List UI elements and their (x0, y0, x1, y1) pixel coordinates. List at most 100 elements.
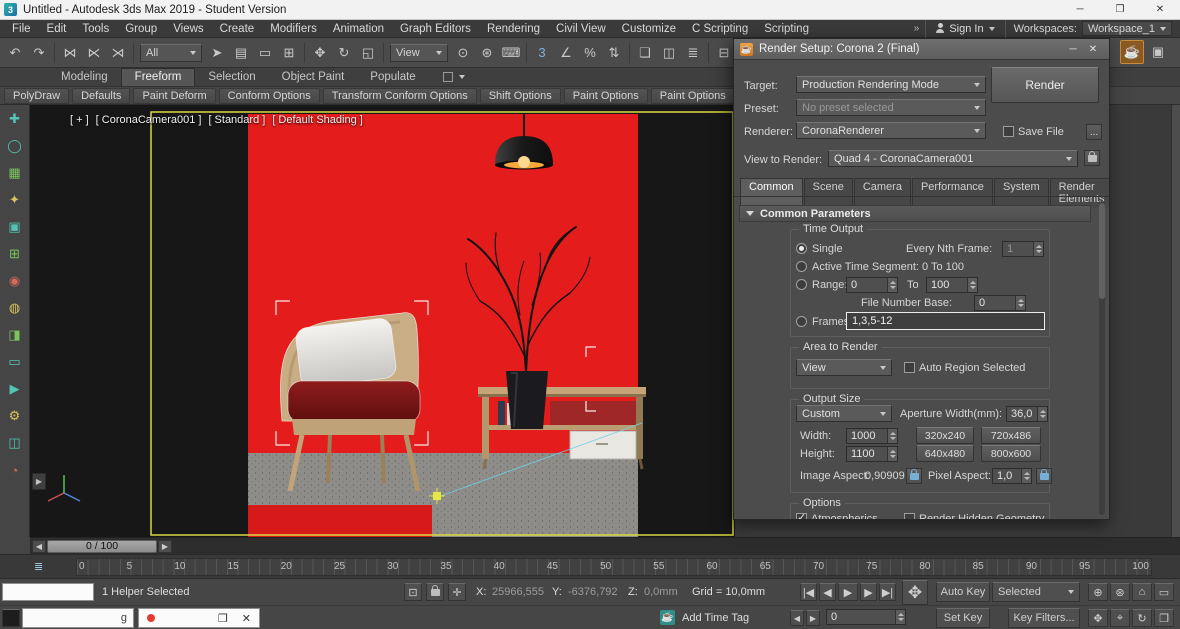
dialog-scrollbar[interactable] (1099, 201, 1105, 515)
workspace-dropdown[interactable]: Workspace_1 (1082, 21, 1172, 36)
left-toolbar-icon[interactable]: ◨ (4, 324, 26, 346)
spinner-arrows[interactable] (887, 429, 897, 443)
menu-file[interactable]: File (4, 23, 39, 35)
selection-filter-dropdown[interactable]: All (140, 44, 202, 62)
walk-through-icon[interactable]: ⌖ (1110, 609, 1130, 627)
z-value[interactable]: 0,0mm (644, 586, 678, 598)
left-toolbar-icon[interactable]: ◉ (4, 270, 26, 292)
menu-views[interactable]: Views (165, 23, 211, 35)
menu-edit[interactable]: Edit (39, 23, 75, 35)
tab-scene[interactable]: Scene (804, 178, 853, 208)
viewport-layout-tab[interactable]: ▶ (32, 473, 46, 490)
frame-forward-button[interactable]: ▶ (806, 610, 820, 626)
time-slider[interactable]: ◀ 0 / 100 ▶ (30, 537, 1180, 554)
align-icon[interactable]: ≣ (681, 41, 705, 65)
tray-icon[interactable] (2, 609, 20, 627)
range-to-spinner[interactable]: 100 (926, 277, 978, 293)
maxscript-mini-listener[interactable] (2, 583, 94, 601)
camera-viewport[interactable]: [ + ] [ CoronaCamera001 ] [ Standard ] [… (30, 105, 735, 537)
frames-radio[interactable] (796, 316, 807, 327)
next-frame-button[interactable]: ▶ (158, 540, 172, 553)
absolute-mode-icon[interactable]: ✛ (448, 583, 466, 601)
spinner-arrows[interactable] (1021, 469, 1031, 483)
x-value[interactable]: 25966,555 (492, 586, 544, 598)
dialog-close-button[interactable]: ✕ (1083, 41, 1103, 57)
single-radio[interactable] (796, 243, 807, 254)
select-by-name-icon[interactable]: ▤ (229, 41, 253, 65)
auto-key-button[interactable]: Auto Key (936, 582, 990, 602)
common-parameters-rollout[interactable]: Common Parameters (739, 205, 1091, 222)
image-aspect-lock-button[interactable] (906, 468, 922, 484)
listener-window-titlebar[interactable]: g (22, 608, 134, 628)
previous-frame-button[interactable]: ◀ (819, 583, 836, 601)
aperture-width-spinner[interactable]: 36,0 (1006, 406, 1048, 422)
undo-icon[interactable]: ↶ (3, 41, 27, 65)
isolate-selection-icon[interactable]: ⊡ (404, 583, 422, 601)
menu-create[interactable]: Create (212, 23, 263, 35)
file-number-base-spinner[interactable]: 0 (974, 295, 1026, 311)
renderer-dropdown[interactable]: CoronaRenderer (796, 122, 986, 139)
defaults-button[interactable]: Defaults (72, 88, 130, 104)
ribbon-tab-freeform[interactable]: Freeform (121, 68, 196, 86)
floor-red-strip[interactable] (248, 505, 432, 537)
y-value[interactable]: -6376,792 (568, 586, 618, 598)
polydraw-button[interactable]: PolyDraw (4, 88, 69, 104)
spinner-arrows[interactable] (967, 278, 977, 292)
mirror-icon[interactable]: ◫ (657, 41, 681, 65)
ribbon-tab-modeling[interactable]: Modeling (48, 69, 121, 86)
save-file-browse-button[interactable]: ... (1086, 124, 1102, 140)
left-toolbar-icon[interactable]: ◫ (4, 432, 26, 454)
view-lock-button[interactable] (1084, 150, 1100, 166)
every-nth-frame-spinner[interactable]: 1 (1002, 241, 1044, 257)
rendered-frame-window-icon[interactable]: ▣ (1146, 40, 1170, 64)
left-toolbar-icon[interactable]: ▦ (4, 162, 26, 184)
zoom-all-icon[interactable]: ⊛ (1110, 583, 1130, 601)
key-filters-button[interactable]: Key Filters... (1008, 608, 1080, 628)
sign-in-button[interactable]: Sign In (925, 20, 1005, 38)
pixel-aspect-lock-button[interactable] (1036, 468, 1052, 484)
redo-icon[interactable]: ↷ (27, 41, 51, 65)
menu-customize[interactable]: Customize (614, 23, 684, 35)
time-slider-handle[interactable]: 0 / 100 (47, 540, 157, 553)
bind-to-space-warp-icon[interactable]: ⋊ (106, 41, 130, 65)
paint-options-button[interactable]: Paint Options (564, 88, 648, 104)
maximize-button[interactable]: ❐ (1100, 0, 1140, 20)
previous-frame-button[interactable]: ◀ (32, 540, 46, 553)
area-to-render-dropdown[interactable]: View (796, 359, 892, 376)
spinner-snap-icon[interactable]: ⇅ (602, 41, 626, 65)
spinner-arrows[interactable] (1037, 407, 1047, 421)
tab-common[interactable]: Common (740, 178, 803, 208)
menu-c-scripting[interactable]: C Scripting (684, 23, 756, 35)
track-bar-options-icon[interactable]: ≣ (34, 560, 43, 573)
left-toolbar-icon[interactable]: ⚙ (4, 405, 26, 427)
frame-ruler[interactable]: 0 5 10 15 20 25 30 35 40 45 50 55 60 65 … (76, 558, 1152, 576)
width-spinner[interactable]: 1000 (846, 428, 898, 444)
zoom-extents-icon[interactable]: ⌂ (1132, 583, 1152, 601)
use-pivot-point-icon[interactable]: ⊙ (451, 41, 475, 65)
preset-dropdown[interactable]: No preset selected (796, 99, 986, 116)
render-setup-titlebar[interactable]: ☕ Render Setup: Corona 2 (Final) ─ ✕ (734, 39, 1109, 60)
maximize-viewport-icon[interactable]: ❒ (1154, 609, 1174, 627)
scrollbar-thumb[interactable] (1099, 203, 1105, 299)
range-from-spinner[interactable]: 0 (846, 277, 898, 293)
menu-rendering[interactable]: Rendering (479, 23, 548, 35)
transform-conform-options-button[interactable]: Transform Conform Options (323, 88, 477, 104)
selection-lock-icon[interactable] (426, 583, 444, 601)
record-icon[interactable] (147, 614, 155, 622)
left-toolbar-icon[interactable]: ◔ (4, 459, 26, 481)
floating-window-controls[interactable]: ❐ ✕ (138, 608, 260, 628)
atmospherics-checkbox[interactable] (796, 513, 807, 520)
edit-named-selection-sets-icon[interactable]: ❏ (633, 41, 657, 65)
render-hidden-checkbox[interactable] (904, 513, 915, 520)
left-toolbar-icon[interactable]: ◯ (4, 135, 26, 157)
output-size-dropdown[interactable]: Custom (796, 405, 892, 422)
unlink-selection-icon[interactable]: ⋉ (82, 41, 106, 65)
menu-tools[interactable]: Tools (74, 23, 117, 35)
go-to-end-button[interactable]: ▶| (879, 583, 896, 601)
angle-snap-icon[interactable]: ∠ (554, 41, 578, 65)
select-object-icon[interactable]: ➤ (205, 41, 229, 65)
paint-options-button[interactable]: Paint Options (651, 88, 735, 104)
percent-snap-icon[interactable]: % (578, 41, 602, 65)
ribbon-tab-selection[interactable]: Selection (195, 69, 268, 86)
rectangular-selection-region-icon[interactable]: ▭ (253, 41, 277, 65)
